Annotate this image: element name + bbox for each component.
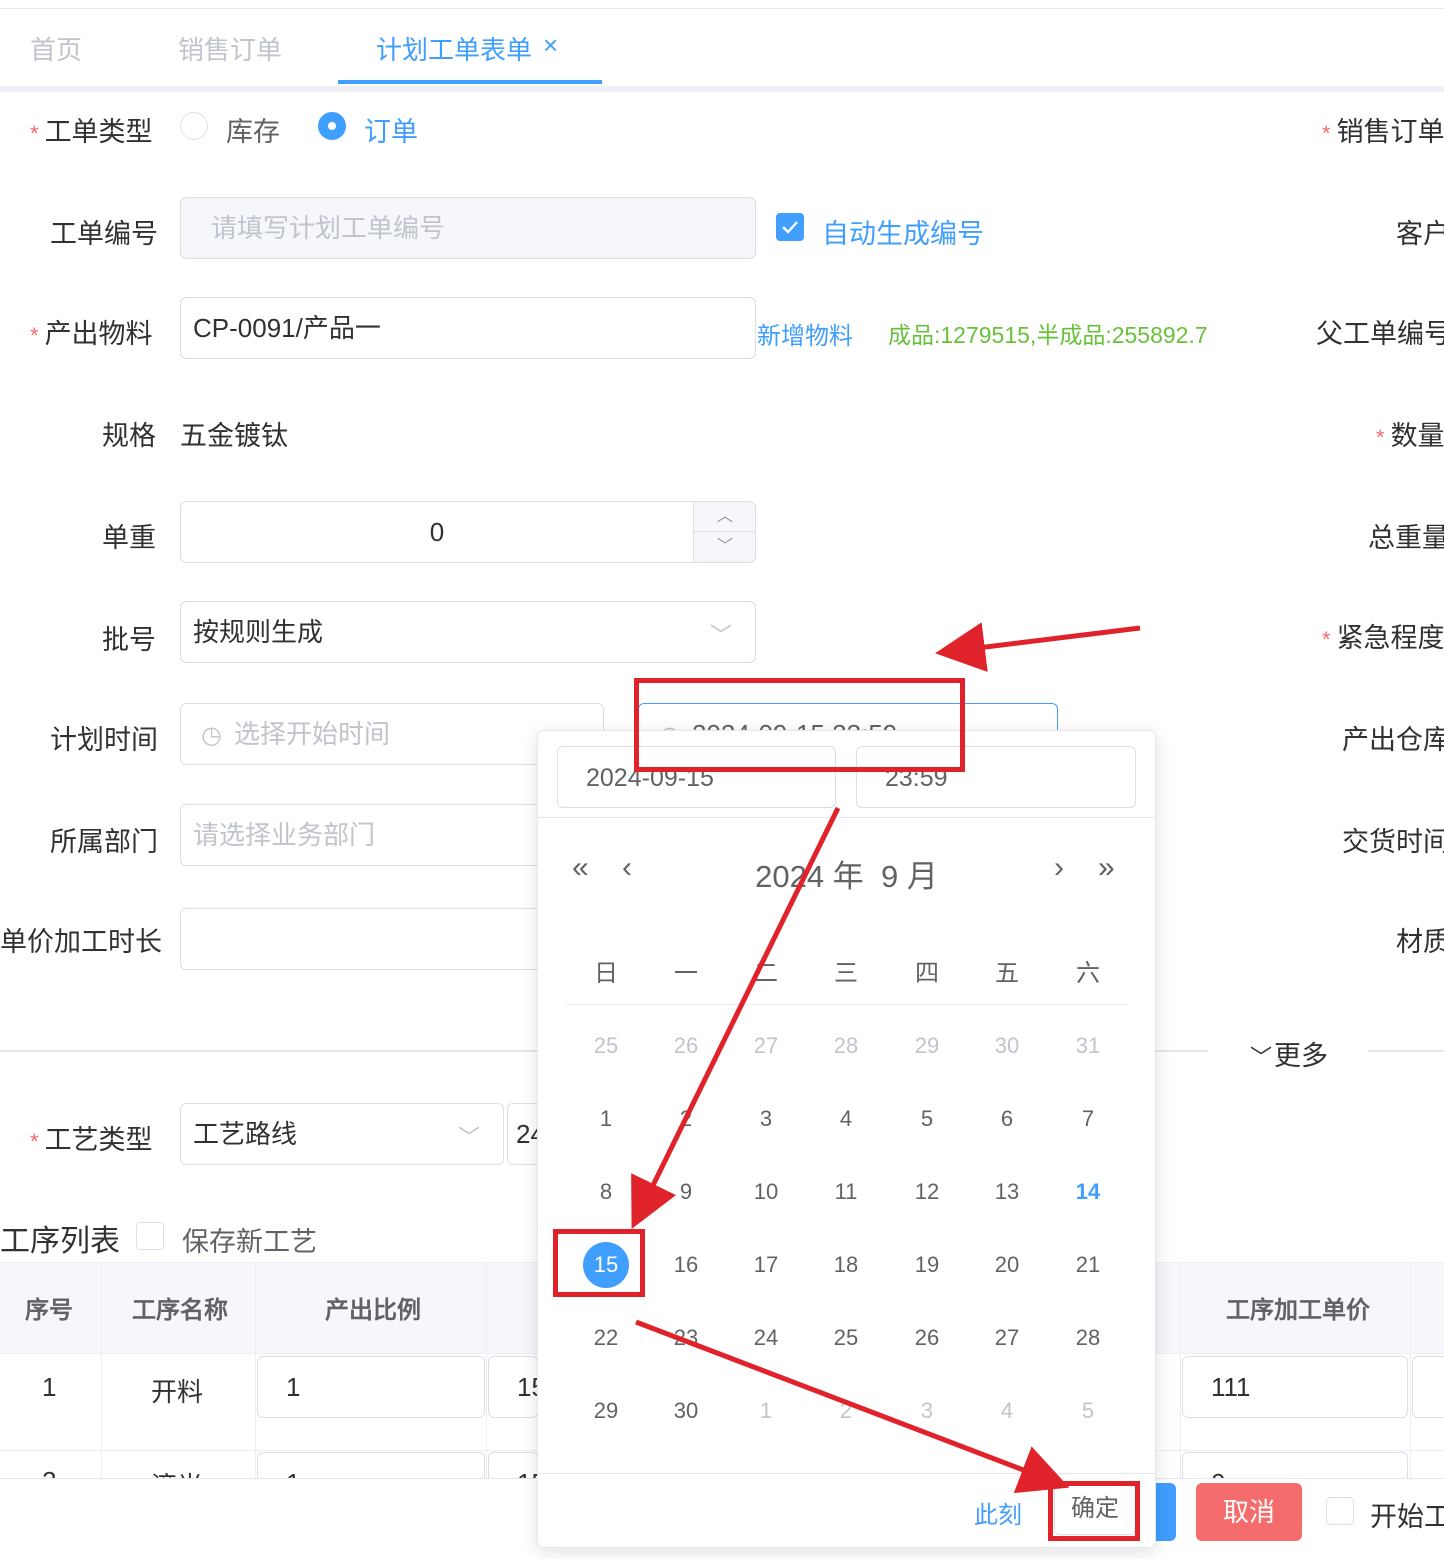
annotation-arrow <box>935 622 1141 672</box>
annotation-arrow <box>631 806 841 1229</box>
annotation-arrows <box>631 622 1141 1494</box>
annotation-arrow <box>635 1319 1070 1494</box>
